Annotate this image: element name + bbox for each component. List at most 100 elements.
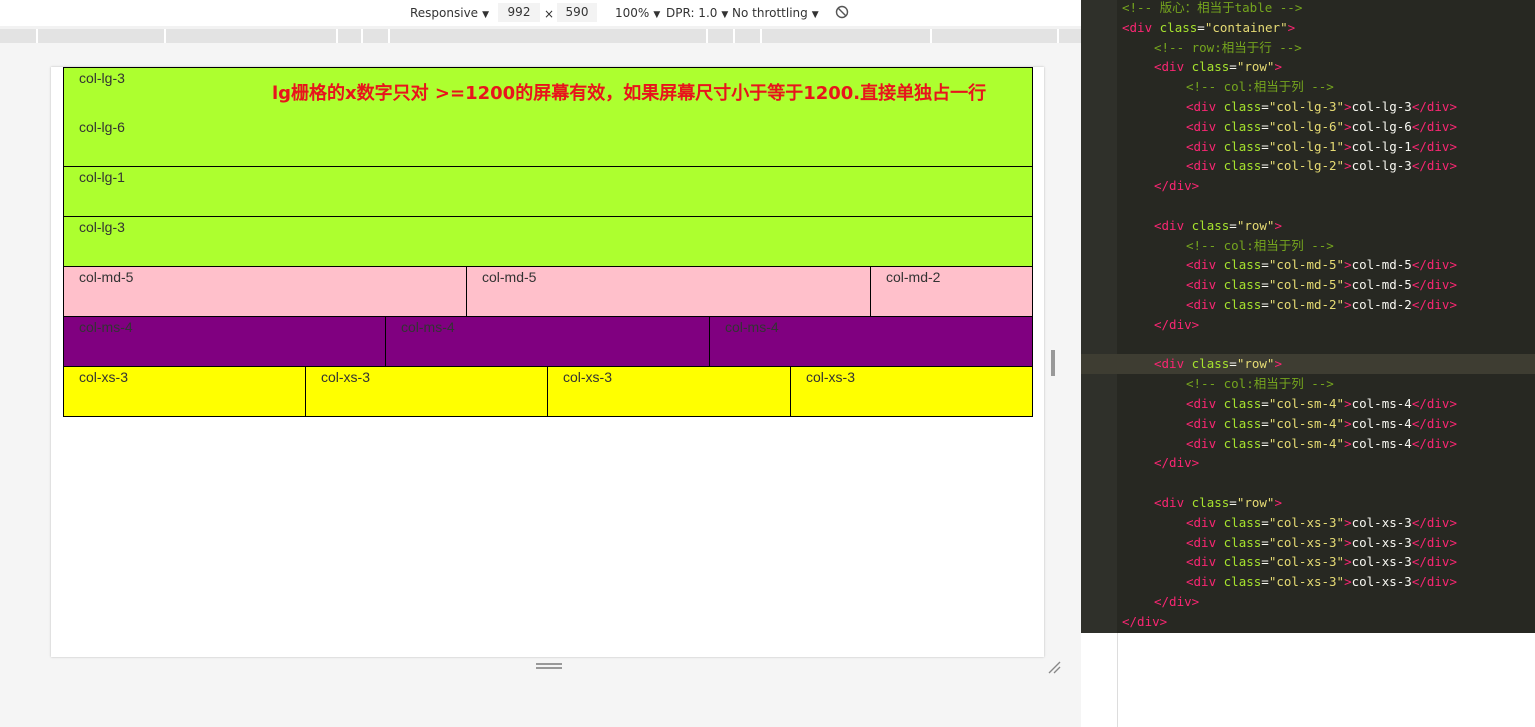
code-line[interactable]: </div> xyxy=(1081,612,1535,632)
grid-cell: col-ms-4 xyxy=(710,317,1033,367)
grid-row: col-lg-1 xyxy=(63,167,1033,217)
code-line[interactable]: <div class="col-lg-2">col-lg-3</div> xyxy=(1081,156,1535,176)
code-token: > xyxy=(1344,574,1352,590)
code-token: "row" xyxy=(1236,59,1275,75)
code-token: > xyxy=(1287,19,1296,35)
dpr-select[interactable]: DPR: 1.0 ▼ xyxy=(666,6,728,20)
code-token: </div> xyxy=(1411,574,1457,590)
code-token: <div xyxy=(1186,415,1224,431)
code-line[interactable]: </div> xyxy=(1081,315,1535,335)
code-token: > xyxy=(1344,158,1352,174)
code-token: "row" xyxy=(1236,495,1275,510)
code-line[interactable]: <!-- col:相当于列 --> xyxy=(1081,77,1535,97)
code-line[interactable]: <div class="row"> xyxy=(1081,57,1535,77)
code-token: <!-- col:相当于列 --> xyxy=(1186,79,1334,95)
code-token: = xyxy=(1261,514,1269,530)
code-token: "col-md-5" xyxy=(1268,277,1345,293)
code-token: class xyxy=(1223,118,1262,134)
device-toolbar: Responsive ▼ 992 × 590 100% ▼ DPR: 1.0 ▼ No… xyxy=(0,0,1083,26)
code-token: <!-- 版心：相当于table --> xyxy=(1122,0,1303,15)
code-token: "col-xs-3" xyxy=(1268,514,1345,530)
code-line[interactable]: <div class="col-xs-3">col-xs-3</div> xyxy=(1081,552,1535,572)
code-token: </div> xyxy=(1411,415,1457,431)
code-line[interactable]: </div> xyxy=(1081,453,1535,473)
code-token: = xyxy=(1261,554,1269,570)
resize-corner-icon[interactable] xyxy=(1047,660,1061,674)
grid-row: col-ms-4 col-ms-4 col-ms-4 xyxy=(63,317,1033,367)
grid-cell: col-ms-4 xyxy=(63,317,386,367)
zoom-select[interactable]: 100% ▼ xyxy=(615,6,660,20)
code-line[interactable]: </div> xyxy=(1081,176,1535,196)
code-line[interactable]: <div class="col-lg-6">col-lg-6</div> xyxy=(1081,117,1535,137)
code-token: </div> xyxy=(1411,396,1457,411)
code-line[interactable]: <div class="col-lg-3">col-lg-3</div> xyxy=(1081,97,1535,117)
code-line[interactable]: <div class="col-sm-4">col-ms-4</div> xyxy=(1081,394,1535,414)
code-line[interactable]: <div class="row"> xyxy=(1081,493,1535,513)
code-line[interactable]: <div class="container"> xyxy=(1081,18,1535,38)
code-line[interactable]: </div> xyxy=(1081,592,1535,612)
code-line[interactable]: <div class="col-sm-4">col-ms-4</div> xyxy=(1081,434,1535,454)
code-line[interactable]: <div class="col-md-2">col-md-2</div> xyxy=(1081,295,1535,315)
code-token: <div xyxy=(1154,495,1192,510)
code-line[interactable]: <div class="col-xs-3">col-xs-3</div> xyxy=(1081,572,1535,592)
device-select[interactable]: Responsive ▼ xyxy=(410,6,489,20)
code-line[interactable]: <!-- row:相当于行 --> xyxy=(1081,38,1535,58)
code-line[interactable]: <div class="col-sm-4">col-ms-4</div> xyxy=(1081,414,1535,434)
code-token: col-xs-3 xyxy=(1351,514,1412,530)
code-token: class xyxy=(1191,356,1230,372)
code-token: col-lg-1 xyxy=(1351,138,1412,154)
resize-handle-bottom[interactable] xyxy=(536,663,562,669)
code-token: <div xyxy=(1186,118,1224,134)
code-line[interactable]: <div class="col-xs-3">col-xs-3</div> xyxy=(1081,533,1535,553)
code-line[interactable]: <div class="col-xs-3">col-xs-3</div> xyxy=(1081,513,1535,533)
code-token: class xyxy=(1191,217,1230,233)
resize-handle-right[interactable] xyxy=(1051,350,1055,376)
code-token: col-xs-3 xyxy=(1351,574,1412,590)
code-token: <div xyxy=(1186,534,1224,550)
code-token: "col-md-5" xyxy=(1268,257,1345,273)
media-query-ruler[interactable] xyxy=(0,29,1083,43)
code-token: = xyxy=(1261,297,1269,312)
width-input[interactable]: 992 xyxy=(498,3,540,22)
code-token: col-lg-3 xyxy=(1351,158,1412,174)
code-line[interactable]: <div class="col-md-5">col-md-5</div> xyxy=(1081,255,1535,275)
code-line[interactable]: <div class="col-md-5">col-md-5</div> xyxy=(1081,275,1535,295)
code-line[interactable]: <!-- col:相当于列 --> xyxy=(1081,374,1535,394)
code-token: col-xs-3 xyxy=(1351,534,1412,550)
code-token: <!-- col:相当于列 --> xyxy=(1186,376,1334,392)
code-token: "col-xs-3" xyxy=(1268,554,1345,570)
code-editor[interactable]: <!-- 版心：相当于table --> <div class="containe… xyxy=(1081,0,1535,633)
code-token: "col-lg-1" xyxy=(1268,138,1345,154)
grid-cell: col-md-5 xyxy=(63,267,467,317)
code-token: col-md-5 xyxy=(1351,257,1412,273)
height-input[interactable]: 590 xyxy=(557,3,597,22)
code-line[interactable]: <div class="row"> xyxy=(1081,354,1535,375)
code-line[interactable]: <!-- 版心：相当于table --> xyxy=(1081,0,1535,18)
grid-cell: col-xs-3 xyxy=(63,367,306,417)
code-token: > xyxy=(1344,554,1352,570)
code-line[interactable]: <div class="row"> xyxy=(1081,216,1535,236)
grid-cell: col-ms-4 xyxy=(386,317,710,367)
code-token: </div> xyxy=(1411,297,1457,312)
code-token: </div> xyxy=(1411,99,1457,114)
code-line[interactable]: <div class="col-lg-1">col-lg-1</div> xyxy=(1081,137,1535,157)
rotate-icon[interactable] xyxy=(835,5,849,19)
code-line[interactable] xyxy=(1081,196,1535,216)
code-line[interactable] xyxy=(1081,335,1535,355)
code-token: class xyxy=(1223,158,1262,174)
code-token: col-ms-4 xyxy=(1351,396,1412,411)
code-token: "col-lg-2" xyxy=(1268,158,1345,174)
code-token: </div> xyxy=(1411,277,1457,293)
throttle-select[interactable]: No throttling ▼ xyxy=(732,6,819,20)
code-token: > xyxy=(1274,217,1282,233)
code-token: > xyxy=(1344,396,1352,411)
code-token: col-md-5 xyxy=(1351,277,1412,293)
throttle-label: No throttling xyxy=(732,6,808,20)
code-line[interactable] xyxy=(1081,473,1535,493)
code-token: > xyxy=(1274,356,1282,372)
code-line[interactable]: <!-- col:相当于列 --> xyxy=(1081,236,1535,256)
code-token: </div> xyxy=(1154,316,1200,332)
code-token: </div> xyxy=(1411,514,1457,530)
code-token: class xyxy=(1223,277,1262,293)
code-token: "col-lg-3" xyxy=(1268,99,1345,114)
